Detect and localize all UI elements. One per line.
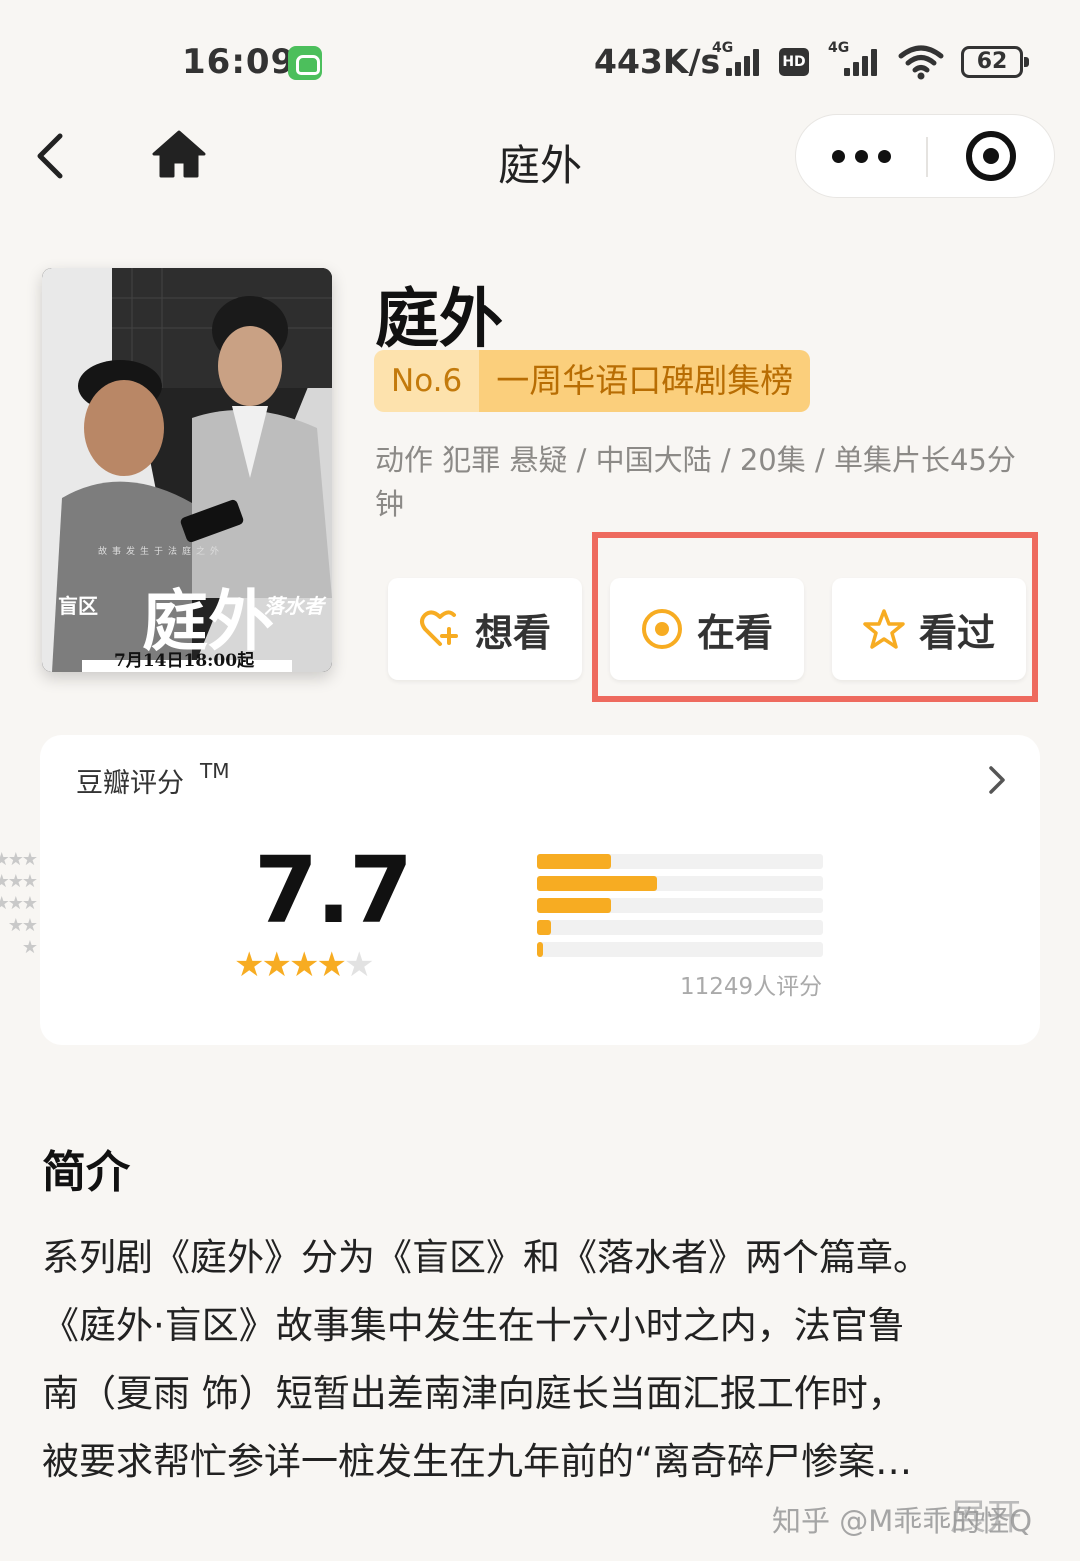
poster-left-tag: 盲区	[58, 594, 98, 618]
want-to-watch-button[interactable]: 想看	[388, 578, 582, 680]
chevron-right-icon[interactable]	[984, 763, 1010, 797]
rating-score: 7.7	[254, 837, 413, 944]
rating-count: 11249人评分	[680, 974, 823, 1000]
signal-icon	[724, 48, 764, 76]
watermark: 知乎 @M乖乖的怪Q	[772, 1504, 1033, 1538]
poster-tagline: 故事发生于法庭之外	[98, 547, 225, 557]
distribution-stars-icon: ★★★	[0, 893, 38, 914]
distribution-stars-icon: ★★★★	[0, 871, 38, 892]
star-empty-icon: ★	[343, 945, 375, 985]
distribution-stars-icon: ★	[21, 937, 38, 958]
back-icon[interactable]	[28, 128, 78, 184]
rank-badge[interactable]: No.6 一周华语口碑剧集榜	[374, 350, 811, 412]
heart-plus-icon	[419, 610, 458, 646]
app-notification-icon	[288, 46, 322, 80]
distribution-fill	[537, 854, 612, 869]
distribution-stars-icon: ★★	[7, 915, 38, 936]
star-filled-icon: ★	[288, 945, 320, 985]
watching-label: 在看	[696, 610, 773, 655]
trademark-label: TM	[200, 759, 230, 783]
status-time: 16:09	[182, 42, 296, 82]
intro-line: 南（夏雨 饰）短暂出差南津向庭长当面汇报工作时，	[42, 1372, 905, 1415]
star-filled-icon: ★	[316, 945, 347, 985]
rating-card[interactable]: 豆瓣评分 TM 7.7 ★★★★★ ★★★★★★★★★★★★★★★ 11249人…	[0, 735, 1040, 1045]
poster-right-tag: 落水者	[264, 594, 324, 618]
rating-title: 豆瓣评分	[76, 768, 184, 799]
want-to-watch-label: 想看	[474, 610, 551, 655]
movie-title: 庭外	[375, 283, 503, 357]
mini-program-capsule	[795, 114, 1055, 198]
rank-number: No.6	[374, 350, 480, 412]
target-icon	[641, 609, 682, 649]
distribution-stars-icon: ★★★★★	[0, 849, 38, 870]
distribution-fill	[537, 876, 658, 891]
poster-date: 7月14日18:00起	[114, 651, 255, 671]
signal-icon-2	[842, 48, 882, 76]
battery-indicator: 62	[961, 46, 1029, 78]
distribution-track	[537, 920, 823, 935]
more-icon[interactable]	[796, 115, 926, 199]
home-icon[interactable]	[150, 128, 208, 182]
star-filled-icon: ★	[261, 945, 292, 985]
distribution-fill	[537, 898, 612, 913]
distribution-track	[537, 898, 823, 913]
intro-line: 《庭外·盲区》故事集中发生在十六小时之内，法官鲁	[42, 1304, 905, 1347]
close-icon[interactable]	[928, 115, 1056, 199]
star-filled-icon: ★	[234, 945, 265, 985]
watched-label: 看过	[918, 610, 995, 655]
movie-meta: 动作 犯罪 悬疑 / 中国大陆 / 20集 / 单集片长45分钟	[375, 443, 1016, 521]
movie-poster[interactable]: 故事发生于法庭之外 盲区 庭外 落水者 7月14日18:00起	[42, 268, 332, 672]
star-outline-icon	[863, 609, 905, 649]
network-speed: 443K/s	[594, 42, 721, 81]
distribution-fill	[537, 920, 552, 935]
distribution-fill	[537, 942, 543, 957]
intro-line: 被要求帮忙参详一桩发生在九年前的“离奇碎尸惨案…	[42, 1440, 913, 1483]
score-stars: ★★★★★	[234, 945, 375, 985]
distribution-track	[537, 876, 823, 891]
wifi-icon	[898, 45, 944, 80]
status-bar: 16:09 443K/s 4G HD 4G 62	[0, 0, 1080, 110]
distribution-track	[537, 854, 823, 869]
page-title: 庭外	[497, 141, 582, 190]
watching-button[interactable]: 在看	[610, 578, 804, 680]
watched-button[interactable]: 看过	[832, 578, 1026, 680]
hd-badge: HD	[779, 48, 809, 76]
distribution-track	[537, 942, 823, 957]
intro-heading: 简介	[42, 1147, 130, 1198]
rank-list-label: 一周华语口碑剧集榜	[479, 350, 811, 412]
intro-line: 系列剧《庭外》分为《盲区》和《落水者》两个篇章。	[42, 1236, 930, 1279]
intro-text: 系列剧《庭外》分为《盲区》和《落水者》两个篇章。 《庭外·盲区》故事集中发生在十…	[42, 1224, 1042, 1496]
